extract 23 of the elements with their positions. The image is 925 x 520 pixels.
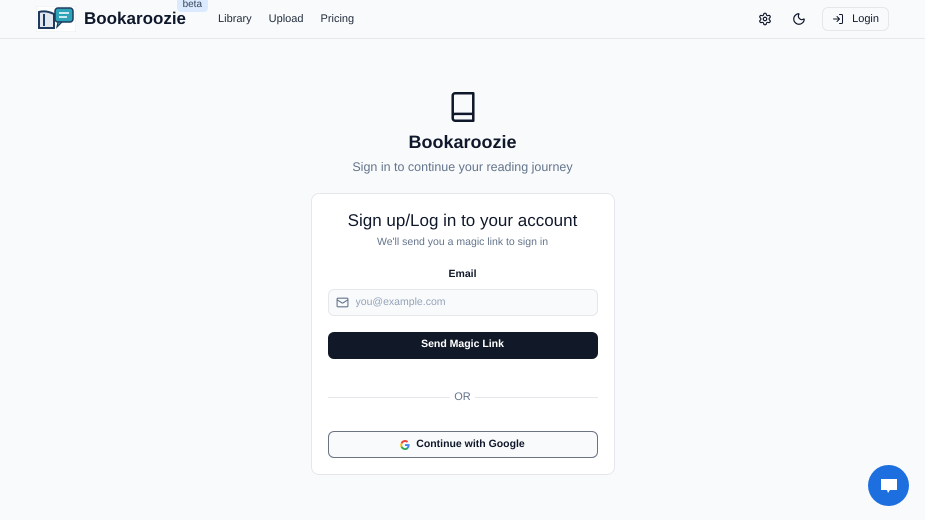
moon-icon: [792, 12, 806, 26]
login-icon: [832, 13, 844, 25]
nav-link[interactable]: Library: [218, 10, 252, 28]
chat-button[interactable]: [868, 465, 909, 506]
book-icon: [448, 91, 476, 123]
beta-badge: beta: [176, 0, 208, 12]
logo-icon[interactable]: [36, 6, 76, 32]
app-title: Bookaroozie: [408, 131, 517, 154]
login-button[interactable]: Login: [822, 7, 889, 31]
chat-icon: [878, 476, 898, 494]
card-title: Sign up/Log in to your account: [348, 210, 578, 232]
email-label: Email: [448, 267, 476, 282]
google-icon: [400, 440, 410, 450]
google-button[interactable]: Continue with Google: [328, 431, 598, 458]
settings-icon: [758, 12, 772, 26]
send-magic-link-button[interactable]: Send Magic Link: [328, 332, 598, 359]
brand-name[interactable]: Bookaroozie: [84, 9, 186, 28]
mail-icon: [336, 296, 348, 309]
app-subtitle: Sign in to continue your reading journey: [352, 159, 573, 176]
card-subtitle: We'll send you a magic link to sign in: [376, 235, 548, 250]
email-field[interactable]: you@example.com: [328, 288, 598, 316]
nav-link[interactable]: Upload: [268, 10, 304, 28]
nav-link[interactable]: Pricing: [320, 10, 354, 28]
